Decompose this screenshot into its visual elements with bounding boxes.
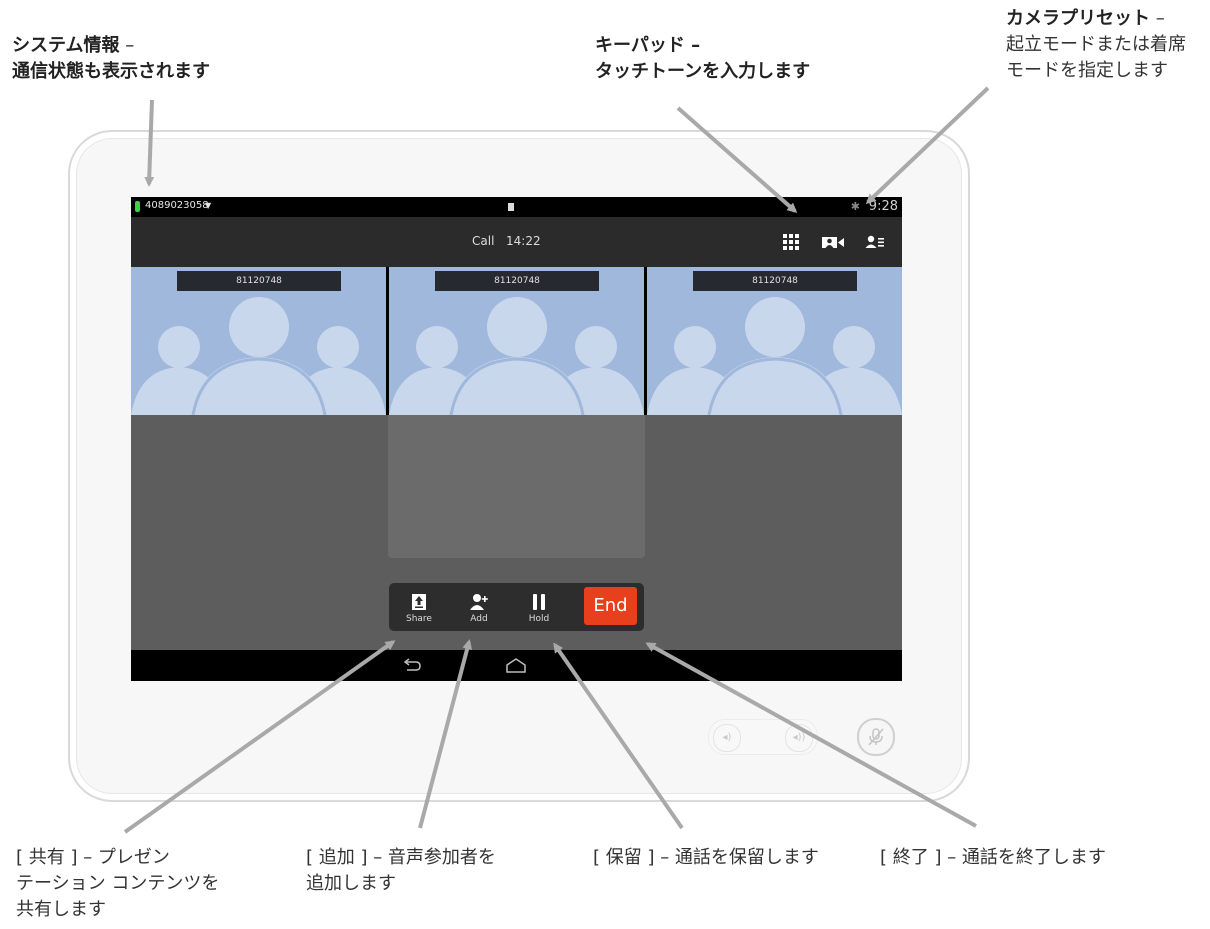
bluetooth-icon: ✱ — [850, 200, 860, 213]
mute-button[interactable] — [857, 718, 895, 756]
callout-share: [ 共有 ] – プレゼン テーション コンテンツを 共有します — [16, 845, 219, 923]
participant-name: 81120748 — [435, 271, 599, 291]
share-button[interactable]: Share — [397, 587, 441, 627]
callout-share-line-1: [ 共有 ] – プレゼン — [16, 847, 170, 868]
participant-name: 81120748 — [693, 271, 857, 291]
callout-camera-preset: カメラプリセット – 起立モードまたは着席 モードを指定します — [1006, 6, 1186, 84]
call-label: Call — [472, 234, 495, 248]
callout-end: [ 終了 ] – 通話を終了します — [880, 845, 1106, 871]
keypad-icon[interactable] — [780, 232, 802, 252]
navigation-bar — [131, 650, 902, 681]
volume-control: ◂) ◂)) — [708, 719, 818, 755]
add-user-icon — [470, 594, 488, 610]
camera-preset-icon[interactable] — [820, 232, 846, 252]
back-icon[interactable] — [401, 658, 423, 674]
callout-system-info-dash: – — [119, 35, 135, 56]
call-action-bar: Call 14:22 — [131, 217, 902, 267]
callout-add-line-2: 追加します — [306, 873, 396, 894]
status-bar: 4089023058 ▼ ✱ 9:28 — [131, 197, 902, 217]
participant-name: 81120748 — [177, 271, 341, 291]
callout-system-info: システム情報 – 通信状態も表示されます — [12, 33, 210, 85]
call-control-bar: Share Add Hold End — [389, 583, 644, 631]
callout-camera-desc-2: モードを指定します — [1006, 60, 1168, 81]
home-icon[interactable] — [504, 657, 528, 675]
callout-add: [ 追加 ] – 音声参加者を 追加します — [306, 845, 496, 897]
callout-add-line-1: [ 追加 ] – 音声参加者を — [306, 847, 496, 868]
hold-label: Hold — [528, 614, 550, 624]
participant-tile[interactable]: 81120748 — [389, 267, 644, 415]
callout-hold: [ 保留 ] – 通話を保留します — [593, 845, 819, 871]
status-notification-icon — [508, 203, 514, 211]
callout-share-line-2: テーション コンテンツを — [16, 873, 220, 894]
status-number: 4089023058 — [145, 200, 209, 211]
status-dropdown-icon[interactable]: ▼ — [205, 201, 211, 210]
tablet-screen: 4089023058 ▼ ✱ 9:28 Call 14:22 81120748 … — [131, 197, 902, 681]
status-time: 9:28 — [868, 199, 898, 214]
add-button[interactable]: Add — [457, 587, 501, 627]
callout-system-info-desc: 通信状態も表示されます — [12, 61, 210, 82]
callout-camera-dash: – — [1150, 8, 1165, 29]
callout-camera-desc-1: 起立モードまたは着席 — [1006, 34, 1186, 55]
callout-keypad-dash: – — [684, 35, 701, 56]
callout-end-line-1: [ 終了 ] – 通話を終了します — [880, 847, 1106, 868]
battery-icon — [135, 201, 140, 212]
hold-button[interactable]: Hold — [517, 587, 561, 627]
add-label: Add — [470, 614, 488, 624]
self-view[interactable] — [388, 415, 645, 558]
callout-keypad-desc: タッチトーンを入力します — [595, 61, 811, 82]
share-label: Share — [406, 614, 432, 624]
callout-keypad-title: キーパッド — [595, 35, 685, 56]
callout-share-line-3: 共有します — [16, 899, 106, 920]
share-icon — [412, 594, 426, 610]
call-duration: 14:22 — [506, 234, 541, 248]
participant-tile[interactable]: 81120748 — [131, 267, 386, 415]
callout-system-info-title: システム情報 — [12, 35, 120, 56]
participant-tile[interactable]: 81120748 — [647, 267, 902, 415]
callout-camera-title: カメラプリセット — [1006, 8, 1150, 29]
callout-keypad: キーパッド – タッチトーンを入力します — [595, 33, 810, 85]
end-call-button[interactable]: End — [584, 587, 637, 625]
volume-up-button[interactable]: ◂)) — [785, 724, 813, 752]
callout-hold-line-1: [ 保留 ] – 通話を保留します — [593, 847, 819, 868]
microphone-mute-icon — [868, 728, 884, 746]
volume-down-button[interactable]: ◂) — [713, 724, 741, 752]
contact-list-icon[interactable] — [864, 232, 886, 252]
pause-icon — [533, 594, 545, 610]
